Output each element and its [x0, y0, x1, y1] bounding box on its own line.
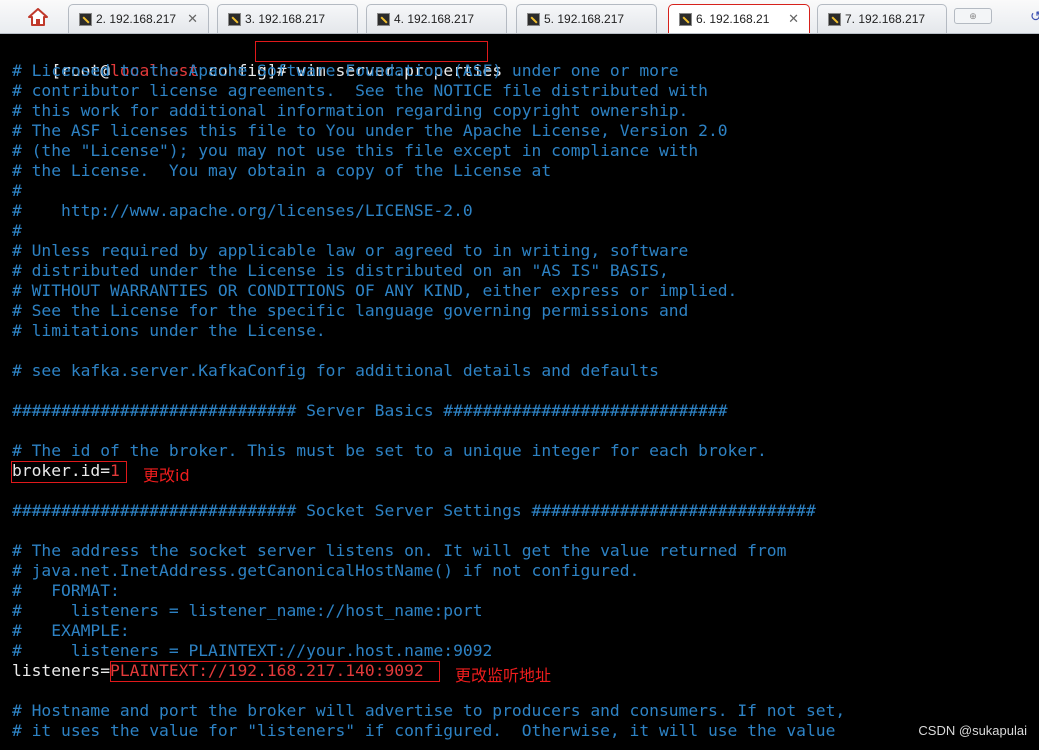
close-tab-icon[interactable]: ✕	[788, 11, 799, 27]
comment-line: # EXAMPLE:	[12, 621, 130, 640]
comment-line: # Hostname and port the broker will adve…	[12, 701, 846, 720]
session-tab-2[interactable]: 2. 192.168.217 ✕	[68, 4, 209, 33]
tab-label: 7. 192.168.217	[845, 12, 926, 26]
comment-line: # WITHOUT WARRANTIES OR CONDITIONS OF AN…	[12, 281, 738, 300]
comment-line: # http://www.apache.org/licenses/LICENSE…	[12, 201, 473, 220]
terminal-session-icon	[79, 12, 92, 26]
tab-label: 2. 192.168.217	[96, 12, 177, 26]
tab-label: 3. 192.168.217	[245, 12, 326, 26]
comment-line: # listeners = listener_name://host_name:…	[12, 601, 483, 620]
shell-prompt-line: [root@localhost config]# vim server.prop…	[12, 41, 502, 80]
comment-line: # see kafka.server.KafkaConfig for addit…	[12, 361, 659, 380]
comment-line: # Licensed to the Apache Software Founda…	[12, 61, 679, 80]
config-value: 1	[110, 461, 120, 480]
broker-id-annotation: 更改id	[143, 466, 190, 485]
comment-line: # java.net.InetAddress.getCanonicalHostN…	[12, 561, 640, 580]
tab-bar: 2. 192.168.217 ✕ 3. 192.168.217 4. 192.1…	[0, 0, 1039, 34]
comment-line: # (the "License"); you may not use this …	[12, 141, 699, 160]
config-key: broker.id=	[12, 461, 111, 480]
comment-line: # it uses the value for "listeners" if c…	[12, 721, 836, 740]
terminal-output[interactable]: [root@localhost config]# vim server.prop…	[0, 34, 1039, 750]
session-tab-5[interactable]: 5. 192.168.217	[516, 4, 657, 33]
comment-line: #	[12, 181, 22, 200]
config-key: listeners=	[12, 661, 111, 680]
close-tab-icon[interactable]: ✕	[187, 11, 198, 27]
comment-line: # The id of the broker. This must be set…	[12, 441, 767, 460]
new-tab-button[interactable]: ⊕	[954, 8, 992, 24]
terminal-session-icon	[228, 12, 241, 26]
watermark: CSDN @sukapulai	[918, 723, 1027, 738]
session-tab-4[interactable]: 4. 192.168.217	[366, 4, 507, 33]
home-icon	[28, 8, 48, 26]
comment-line: # limitations under the License.	[12, 321, 326, 340]
tab-label: 4. 192.168.217	[394, 12, 475, 26]
terminal-session-icon	[679, 12, 692, 26]
comment-line: # The ASF licenses this file to You unde…	[12, 121, 728, 140]
terminal-session-icon	[527, 12, 540, 26]
comment-line: # Unless required by applicable law or a…	[12, 241, 689, 260]
comment-line: # the License. You may obtain a copy of …	[12, 161, 552, 180]
terminal-session-icon	[828, 12, 841, 26]
tabs-menu-icon[interactable]: ↺	[1030, 8, 1039, 25]
comment-line: # FORMAT:	[12, 581, 120, 600]
add-icon: ⊕	[969, 10, 977, 21]
home-button[interactable]	[26, 6, 50, 28]
tab-label: 5. 192.168.217	[544, 12, 625, 26]
comment-line: # distributed under the License is distr…	[12, 261, 669, 280]
session-tab-7[interactable]: 7. 192.168.217	[817, 4, 947, 33]
listeners-line: listeners=PLAINTEXT://192.168.217.140:90…	[12, 661, 424, 681]
session-tab-3[interactable]: 3. 192.168.217	[217, 4, 358, 33]
tab-label: 6. 192.168.21	[696, 12, 770, 26]
session-tab-6-active[interactable]: 6. 192.168.21 ✕	[668, 4, 810, 33]
broker-id-line: broker.id=1	[12, 461, 120, 481]
section-header-socket-server: ############################# Socket Ser…	[12, 501, 816, 520]
comment-line: # listeners = PLAINTEXT://your.host.name…	[12, 641, 493, 660]
comment-line: # See the License for the specific langu…	[12, 301, 689, 320]
section-header-server-basics: ############################# Server Bas…	[12, 401, 728, 420]
comment-line: # this work for additional information r…	[12, 101, 689, 120]
comment-line: # contributor license agreements. See th…	[12, 81, 708, 100]
comment-line: # The address the socket server listens …	[12, 541, 787, 560]
terminal-session-icon	[377, 12, 390, 26]
comment-line: #	[12, 221, 22, 240]
listeners-annotation: 更改监听地址	[455, 666, 552, 685]
config-value: PLAINTEXT://192.168.217.140:9092	[110, 661, 424, 680]
